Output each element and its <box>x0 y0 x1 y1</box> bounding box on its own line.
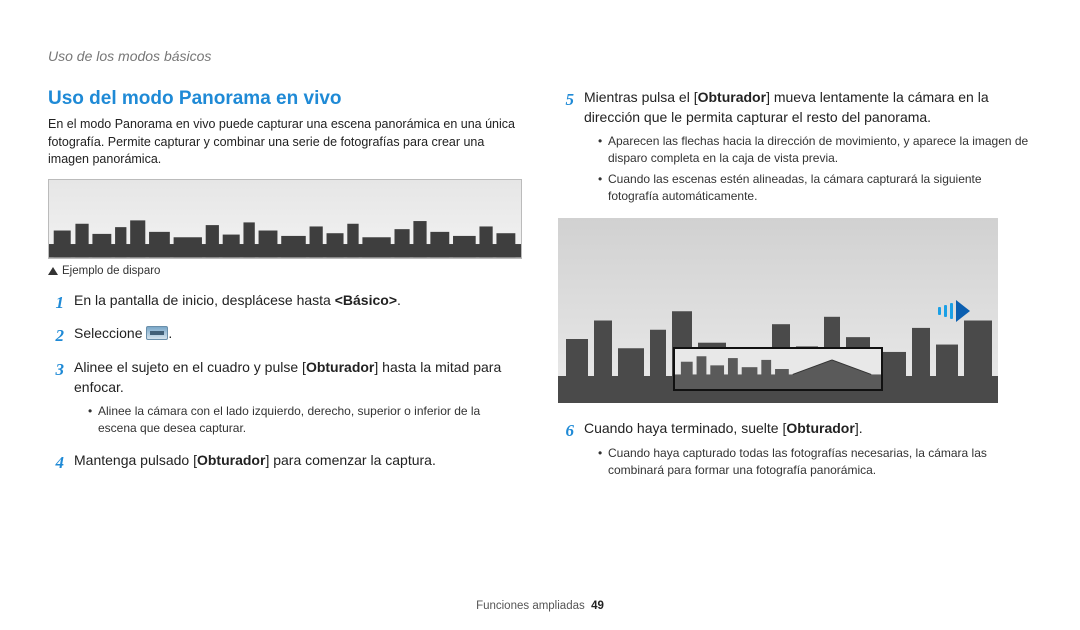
step-4: 4 Mantenga pulsado [Obturador] para come… <box>48 451 522 475</box>
step-text: Seleccione <box>74 325 146 341</box>
step-number: 2 <box>48 324 64 348</box>
step-1: 1 En la pantalla de inicio, desplácese h… <box>48 291 522 315</box>
step-bold: <Básico> <box>335 292 397 308</box>
step-text: . <box>397 292 401 308</box>
step-text: Alinee el sujeto en el cuadro y pulse [ <box>74 359 306 375</box>
triangle-up-icon <box>48 267 58 275</box>
step-text: ]. <box>855 420 863 436</box>
step-text: Cuando haya terminado, suelte [ <box>584 420 786 436</box>
caption-text: Ejemplo de disparo <box>62 265 160 277</box>
step-5-sublist: Aparecen las flechas hacia la dirección … <box>584 133 1032 204</box>
step-6-sub-1: Cuando haya capturado todas las fotograf… <box>598 445 1032 479</box>
step-text: Mantenga pulsado [ <box>74 452 197 468</box>
manual-page: Uso de los modos básicos Uso del modo Pa… <box>0 0 1080 630</box>
step-number: 1 <box>48 291 64 315</box>
step-bold: Obturador <box>786 420 854 436</box>
step-text: ] para comenzar la captura. <box>265 452 435 468</box>
step-text: . <box>168 325 172 341</box>
footer-label: Funciones ampliadas <box>476 600 585 612</box>
panorama-mode-icon <box>146 326 168 340</box>
intro-paragraph: En el modo Panorama en vivo puede captur… <box>48 116 522 169</box>
step-3: 3 Alinee el sujeto en el cuadro y pulse … <box>48 358 522 441</box>
steps-right-continued: 6 Cuando haya terminado, suelte [Obturad… <box>558 419 1032 482</box>
step-number: 3 <box>48 358 64 441</box>
direction-arrow-icon <box>938 300 970 322</box>
step-bold: Obturador <box>698 89 766 105</box>
step-6-sublist: Cuando haya capturado todas las fotograf… <box>584 445 1032 479</box>
step-number: 6 <box>558 419 574 482</box>
page-number: 49 <box>591 600 604 612</box>
step-number: 4 <box>48 451 64 475</box>
page-footer: Funciones ampliadas 49 <box>0 600 1080 612</box>
running-head: Uso de los modos básicos <box>48 48 1032 64</box>
panorama-capture-strip <box>673 347 883 391</box>
steps-right: 5 Mientras pulsa el [Obturador] mueva le… <box>558 88 1032 208</box>
step-3-sub-1: Alinee la cámara con el lado izquierdo, … <box>88 403 522 437</box>
steps-left: 1 En la pantalla de inicio, desplácese h… <box>48 291 522 475</box>
example-caption: Ejemplo de disparo <box>48 265 522 277</box>
left-column: Uso del modo Panorama en vivo En el modo… <box>48 88 522 493</box>
step-2: 2 Seleccione . <box>48 324 522 348</box>
step-5-sub-1: Aparecen las flechas hacia la dirección … <box>598 133 1032 167</box>
step-5-sub-2: Cuando las escenas estén alineadas, la c… <box>598 171 1032 205</box>
step-text: En la pantalla de inicio, desplácese has… <box>74 292 335 308</box>
panorama-preview-image <box>558 218 998 403</box>
step-5: 5 Mientras pulsa el [Obturador] mueva le… <box>558 88 1032 208</box>
step-bold: Obturador <box>306 359 374 375</box>
step-text: Mientras pulsa el [ <box>584 89 698 105</box>
content-columns: Uso del modo Panorama en vivo En el modo… <box>48 88 1032 493</box>
section-title: Uso del modo Panorama en vivo <box>48 88 522 110</box>
step-number: 5 <box>558 88 574 208</box>
step-3-sublist: Alinee la cámara con el lado izquierdo, … <box>74 403 522 437</box>
right-column: 5 Mientras pulsa el [Obturador] mueva le… <box>558 88 1032 493</box>
step-bold: Obturador <box>197 452 265 468</box>
step-6: 6 Cuando haya terminado, suelte [Obturad… <box>558 419 1032 482</box>
panorama-example-image <box>48 179 522 259</box>
